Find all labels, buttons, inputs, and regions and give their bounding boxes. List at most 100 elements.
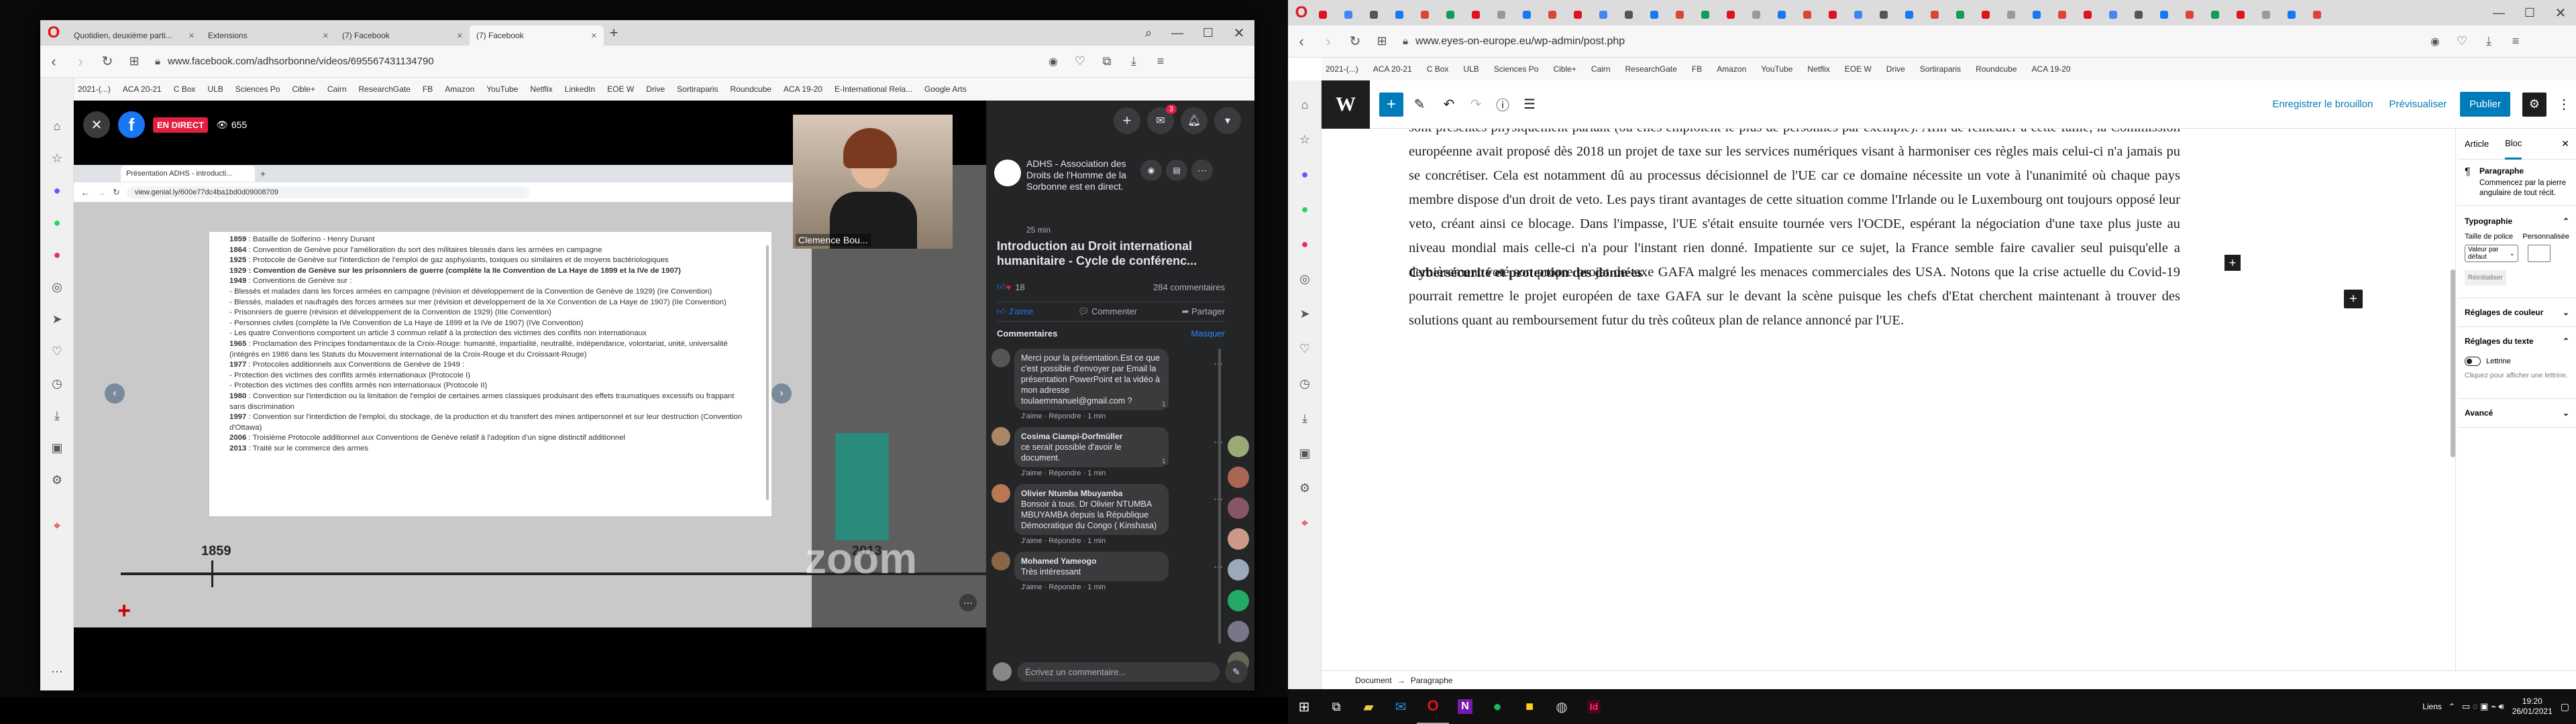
fb-plus-icon[interactable]: + — [1114, 107, 1140, 134]
comment-reaction-count[interactable]: 1 — [1159, 458, 1169, 465]
pinned-tab[interactable] — [1519, 7, 1543, 22]
comment-author[interactable]: Olivier Ntumba Mbuyamba — [1021, 488, 1162, 499]
mail-icon[interactable]: ✉ — [1385, 689, 1417, 724]
contact-avatar[interactable] — [1228, 590, 1249, 611]
pinned-tab[interactable] — [1901, 7, 1925, 22]
pinned-tab[interactable] — [1315, 7, 1339, 22]
save-draft-button[interactable]: Enregistrer le brouillon — [2272, 99, 2373, 110]
inner-forward-icon[interactable]: → — [97, 187, 106, 198]
more-options-icon[interactable]: ⋮ — [2552, 96, 2576, 113]
opera-logo-icon[interactable]: O — [40, 20, 67, 46]
forward-icon[interactable]: › — [1315, 33, 1342, 50]
indesign-icon[interactable]: Id — [1578, 689, 1610, 724]
comments-scrollbar[interactable] — [1218, 349, 1221, 644]
close-tab-icon[interactable]: ✕ — [591, 32, 597, 40]
popup-scrollbar[interactable] — [766, 245, 769, 500]
add-block-button[interactable]: + — [1379, 92, 1403, 117]
pinned-tab[interactable] — [1595, 7, 1619, 22]
pinned-tab[interactable] — [2207, 7, 2231, 22]
heart-sidebar-icon[interactable]: ♡ — [40, 335, 74, 367]
heart-icon[interactable]: ♡ — [1067, 54, 1093, 68]
comment-avatar[interactable] — [991, 349, 1010, 367]
comment-meta[interactable]: J'aime · Répondre · 1 min — [1021, 469, 1210, 477]
facebook-logo-icon[interactable]: f — [118, 111, 145, 138]
pinned-tab[interactable] — [1646, 7, 1670, 22]
bookmark-item[interactable]: FB — [1692, 64, 1702, 74]
wordpress-logo-icon[interactable]: W — [1322, 80, 1370, 129]
bookmark-item[interactable]: C Box — [1427, 64, 1449, 74]
dropcap-toggle[interactable] — [2465, 357, 2481, 366]
pinned-tab[interactable] — [1544, 7, 1568, 22]
close-tab-icon[interactable]: ✕ — [457, 32, 463, 40]
messenger-icon[interactable]: ● — [40, 174, 74, 206]
pinned-tab[interactable] — [2258, 7, 2282, 22]
settings-toggle-icon[interactable]: ⚙ — [2522, 92, 2546, 117]
pinned-tab[interactable] — [1748, 7, 1772, 22]
close-sidebar-icon[interactable]: ✕ — [2561, 138, 2569, 149]
bookmark-item[interactable]: YouTube — [486, 84, 518, 94]
post-more-icon[interactable]: ⋯ — [1191, 160, 1213, 181]
download-icon[interactable]: ⤓ — [1120, 54, 1147, 68]
bookmark-item[interactable]: Cible+ — [292, 84, 315, 94]
file-explorer-icon[interactable]: ▰ — [1352, 689, 1385, 724]
player-icon[interactable]: ◎ — [40, 271, 74, 303]
tray-chevron-icon[interactable]: ⌃ — [2449, 702, 2455, 711]
pinned-tab[interactable] — [1468, 7, 1492, 22]
inner-back-icon[interactable]: ← — [80, 187, 90, 198]
inner-url[interactable]: view.genial.ly/600e77dc4ba1bd0d09008709 — [126, 186, 529, 198]
section-heading[interactable]: Cybersécurité et protection des données — [1409, 265, 1642, 281]
menu-icon[interactable]: ≡ — [1147, 54, 1174, 68]
minimize-button[interactable]: — — [1162, 26, 1193, 40]
windows-start-icon[interactable]: ⊞ — [1288, 689, 1320, 724]
close-tab-icon[interactable]: ✕ — [323, 32, 329, 40]
pinned-tab[interactable] — [1723, 7, 1747, 22]
tab-block[interactable]: Bloc — [2505, 129, 2522, 160]
links-toolbar[interactable]: Liens — [2422, 702, 2442, 711]
inner-new-tab[interactable]: + — [255, 168, 271, 179]
hide-comments-link[interactable]: Masquer — [1191, 328, 1225, 339]
browser-tab[interactable]: (7) Facebook ✕ — [470, 25, 604, 46]
reset-button[interactable]: Réinitialiser — [2465, 270, 2506, 286]
bookmark-item[interactable]: ACA 20-21 — [1373, 64, 1412, 74]
download-icon[interactable]: ⤓ — [2475, 34, 2502, 48]
redo-icon[interactable]: ↷ — [1462, 96, 1489, 113]
settings-icon[interactable]: ⚙ — [40, 464, 74, 496]
pin-icon[interactable]: ⌖ — [1288, 505, 1322, 540]
pinned-tab[interactable] — [1850, 7, 1874, 22]
bookmark-item[interactable]: Sciences Po — [235, 84, 280, 94]
bookmark-item[interactable]: Drive — [646, 84, 665, 94]
text-settings-toggle[interactable]: Réglages du texte ⌃ — [2458, 326, 2576, 351]
opera-logo-icon[interactable]: O — [1288, 0, 1315, 25]
fb-messenger-icon[interactable]: ✉ 3 — [1147, 105, 1177, 134]
list-view-icon[interactable]: ☰ — [1516, 96, 1543, 113]
pinned-tab[interactable] — [1952, 7, 1976, 22]
bookmark-item[interactable]: C Box — [174, 84, 196, 94]
bookmark-item[interactable]: Sortiraparis — [1920, 64, 1961, 74]
opera-taskbar-icon[interactable]: O — [1417, 689, 1449, 724]
pinned-tab[interactable] — [2309, 7, 2333, 22]
whatsapp-icon[interactable]: ● — [40, 206, 74, 239]
bookmark-item[interactable]: ACA 19-20 — [2032, 64, 2071, 74]
box-icon[interactable]: ▣ — [1288, 436, 1322, 471]
maximize-button[interactable]: ☐ — [2514, 6, 2545, 20]
fb-account-icon[interactable]: ▾ — [1214, 107, 1241, 134]
bookmark-item[interactable]: Sortiraparis — [677, 84, 718, 94]
pinned-tab[interactable] — [1570, 7, 1594, 22]
back-icon[interactable]: ‹ — [1288, 33, 1315, 50]
bookmark-item[interactable]: 2021-(...) — [1326, 64, 1358, 74]
menu-icon[interactable]: ≡ — [2502, 34, 2529, 48]
bookmark-item[interactable]: 2021-(...) — [78, 84, 111, 94]
pinned-tab[interactable] — [1366, 7, 1390, 22]
pinned-tab[interactable] — [2284, 7, 2308, 22]
comment-input[interactable]: Écrivez un commentaire... — [1017, 662, 1220, 682]
pinned-tab[interactable] — [1876, 7, 1900, 22]
bookmark-item[interactable]: Netflix — [530, 84, 552, 94]
bookmark-item[interactable]: EOE W — [1845, 64, 1872, 74]
back-icon[interactable]: ‹ — [40, 53, 67, 70]
comment-reaction-count[interactable]: 1 — [1159, 401, 1169, 408]
whatsapp-icon[interactable]: ● — [1288, 192, 1322, 227]
publish-button[interactable]: Publier — [2460, 92, 2510, 117]
sticky-notes-icon[interactable]: ■ — [1513, 689, 1546, 724]
player-icon[interactable]: ◎ — [1288, 261, 1322, 296]
pinned-tab[interactable] — [1621, 7, 1645, 22]
